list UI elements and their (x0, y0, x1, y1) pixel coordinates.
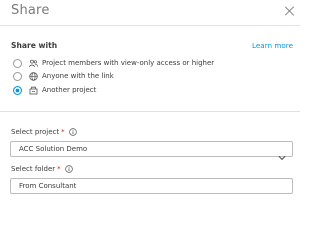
select-project-value: ACC Solution Demo (19, 145, 88, 153)
share-with-label: Share with (11, 41, 58, 50)
header-divider (0, 25, 300, 26)
required-marker: * (57, 165, 61, 173)
info-icon[interactable] (64, 165, 73, 173)
option-label-project-members: Project members with view-only access or… (42, 59, 215, 67)
select-project-label-text: Select project (11, 128, 60, 136)
select-project-dropdown[interactable]: ACC Solution Demo (10, 141, 293, 161)
people-icon (29, 59, 38, 68)
select-folder-value: From Consultant (19, 182, 77, 190)
required-marker: * (61, 128, 65, 136)
dialog-title: Share (11, 3, 50, 18)
chevron-down-icon[interactable] (278, 146, 286, 161)
close-icon[interactable] (285, 6, 295, 16)
share-option-anyone-with-link[interactable]: Anyone with the link (13, 70, 114, 82)
share-option-another-project[interactable]: Another project (13, 84, 96, 96)
option-label-another-project: Another project (42, 86, 97, 94)
select-folder-label-text: Select folder (11, 165, 56, 173)
share-option-project-members[interactable]: Project members with view-only access or… (13, 57, 214, 69)
option-label-anyone-with-link: Anyone with the link (42, 72, 114, 80)
globe-icon (29, 71, 38, 81)
select-folder-label: Select folder * (11, 165, 73, 173)
select-project-label: Select project * (11, 128, 77, 136)
select-folder-field[interactable]: From Consultant (10, 178, 293, 194)
radio-project-members[interactable] (13, 58, 22, 68)
dialog-header: Share (0, 0, 300, 24)
info-icon[interactable] (68, 128, 77, 136)
radio-another-project[interactable] (13, 85, 22, 95)
project-icon (29, 86, 38, 95)
learn-more-link[interactable]: Learn more (252, 41, 293, 50)
section-divider (0, 111, 300, 112)
radio-anyone-with-link[interactable] (13, 71, 22, 81)
